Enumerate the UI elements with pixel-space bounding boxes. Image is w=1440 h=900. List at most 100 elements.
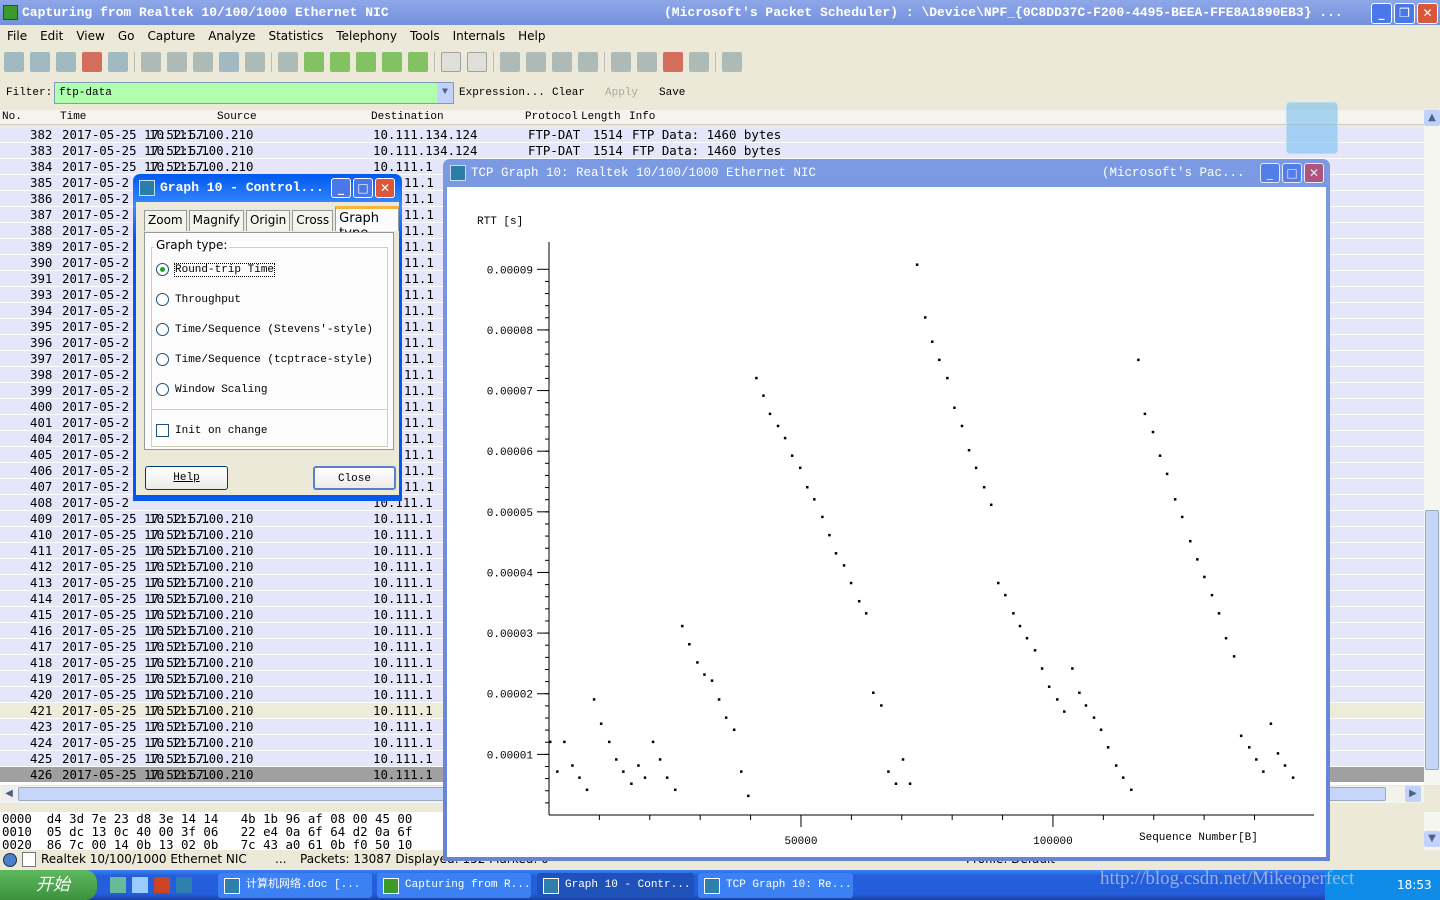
close-button[interactable]: ✕ [1304, 163, 1324, 183]
auto-scroll-icon[interactable] [467, 52, 487, 72]
vertical-scroll-thumb[interactable] [1425, 510, 1439, 770]
menu-telephony[interactable]: Telephony [329, 26, 403, 46]
minimize-button[interactable]: _ [1371, 3, 1392, 24]
interface-list-icon[interactable] [4, 52, 24, 72]
expert-info-icon[interactable] [3, 853, 17, 867]
first-packet-icon[interactable] [382, 52, 402, 72]
back-icon[interactable] [304, 52, 324, 72]
packet-row[interactable]: 382 2017-05-25 17:52:57. 10.111.100.210 10.… [0, 127, 1424, 143]
display-filters-icon[interactable] [637, 52, 657, 72]
column-header-destination[interactable]: Destination [371, 110, 444, 125]
preferences-icon[interactable] [689, 52, 709, 72]
task-graph-control[interactable]: Graph 10 - Contr... [537, 873, 694, 898]
graph-canvas[interactable]: 0.00001 0.00002 0.00003 0.00004 0.00005 0.000… [447, 187, 1326, 857]
radio-option[interactable]: Window Scaling [156, 383, 267, 396]
close-file-icon[interactable] [193, 52, 213, 72]
column-header-source[interactable]: Source [217, 110, 257, 125]
clear-button[interactable]: Clear [552, 87, 585, 99]
menu-internals[interactable]: Internals [446, 26, 512, 46]
save-filter-button[interactable]: Save [659, 87, 685, 99]
reload-icon[interactable] [219, 52, 239, 72]
column-header-info[interactable]: Info [629, 110, 655, 125]
radio-option[interactable]: Time/Sequence (Stevens'-style) [156, 323, 373, 336]
scroll-right-arrow-icon[interactable]: ▶ [1405, 786, 1421, 802]
menu-statistics[interactable]: Statistics [261, 26, 329, 46]
task-capturing[interactable]: Capturing from R... [377, 873, 531, 898]
packet-list-vertical-scrollbar[interactable]: ▲ [1424, 110, 1440, 785]
help-button[interactable]: Help [145, 466, 228, 490]
zoom-out-icon[interactable] [526, 52, 546, 72]
go-to-packet-icon[interactable] [356, 52, 376, 72]
tab-cross[interactable]: Cross [292, 210, 334, 231]
expression-button[interactable]: Expression... [459, 87, 545, 99]
packet-row[interactable]: 383 2017-05-25 17:52:57. 10.111.100.210 10.… [0, 143, 1424, 159]
tab-zoom[interactable]: Zoom [144, 210, 187, 231]
close-button[interactable]: ✕ [1417, 3, 1438, 24]
coloring-rules-icon[interactable] [663, 52, 683, 72]
print-icon[interactable] [245, 52, 265, 72]
capture-options-icon[interactable] [30, 52, 50, 72]
menu-edit[interactable]: Edit [33, 26, 69, 46]
apply-button[interactable]: Apply [605, 87, 638, 99]
column-header-length[interactable]: Length [581, 110, 621, 125]
menu-help[interactable]: Help [511, 26, 551, 46]
task-tcp-graph[interactable]: TCP Graph 10: Re... [698, 873, 853, 898]
task-word-doc[interactable]: 计算机网络.doc [... [218, 873, 372, 898]
tab-graph-type[interactable]: Graph type [335, 206, 399, 241]
tab-origin[interactable]: Origin [245, 210, 291, 231]
filter-dropdown-chevron-icon[interactable]: ▼ [437, 83, 453, 103]
start-button[interactable]: 开始 [0, 870, 97, 900]
colorize-icon[interactable] [441, 52, 461, 72]
maximize-button[interactable]: □ [353, 178, 373, 198]
radio-button[interactable] [156, 293, 169, 306]
capture-comment-icon[interactable] [22, 852, 36, 867]
scroll-down-arrow-icon[interactable]: ▼ [1424, 831, 1440, 847]
radio-option[interactable]: Time/Sequence (tcptrace-style) [156, 353, 373, 366]
quicklaunch-wireshark-icon[interactable] [176, 877, 192, 893]
last-packet-icon[interactable] [408, 52, 428, 72]
radio-button[interactable] [156, 263, 169, 276]
column-header-no[interactable]: No. [2, 110, 22, 125]
radio-option[interactable]: Round-trip Time [156, 262, 276, 277]
close-button[interactable]: ✕ [375, 178, 395, 198]
bytes-pane-scrollbar[interactable]: ▼ [1424, 812, 1440, 850]
column-header-protocol[interactable]: Protocol [525, 110, 578, 125]
open-file-icon[interactable] [141, 52, 161, 72]
menu-file[interactable]: File [0, 26, 33, 46]
menu-analyze[interactable]: Analyze [201, 26, 261, 46]
checkbox-box[interactable] [156, 424, 169, 437]
find-icon[interactable] [278, 52, 298, 72]
rtt-scatter-plot[interactable]: 0.00001 0.00002 0.00003 0.00004 0.00005 0.000… [447, 187, 1326, 857]
scroll-up-arrow-icon[interactable]: ▲ [1424, 110, 1440, 126]
quicklaunch-foxmail-icon[interactable] [154, 877, 170, 893]
quicklaunch-ie-icon[interactable] [132, 877, 148, 893]
minimize-button[interactable]: _ [331, 178, 351, 198]
radio-button[interactable] [156, 323, 169, 336]
start-capture-icon[interactable] [56, 52, 76, 72]
zoom-in-icon[interactable] [500, 52, 520, 72]
minimize-button[interactable]: _ [1260, 163, 1280, 183]
init-on-change-checkbox[interactable]: Init on change [156, 424, 267, 437]
stop-capture-icon[interactable] [82, 52, 102, 72]
close-dialog-button[interactable]: Close [313, 466, 396, 490]
column-header-time[interactable]: Time [60, 110, 86, 125]
capture-filters-icon[interactable] [611, 52, 631, 72]
menu-tools[interactable]: Tools [403, 26, 446, 46]
menu-go[interactable]: Go [111, 26, 141, 46]
tab-magnify[interactable]: Magnify [188, 210, 244, 231]
forward-icon[interactable] [330, 52, 350, 72]
menu-capture[interactable]: Capture [140, 26, 201, 46]
scroll-left-arrow-icon[interactable]: ◀ [1, 786, 17, 802]
menu-view[interactable]: View [69, 26, 110, 46]
maximize-button[interactable]: □ [1282, 163, 1302, 183]
radio-button[interactable] [156, 383, 169, 396]
save-file-icon[interactable] [167, 52, 187, 72]
normal-size-icon[interactable] [552, 52, 572, 72]
resize-columns-icon[interactable] [578, 52, 598, 72]
filter-input[interactable] [54, 82, 454, 104]
clock[interactable]: 18:53 [1397, 878, 1432, 892]
radio-option[interactable]: Throughput [156, 293, 241, 306]
restore-button[interactable]: ❐ [1394, 3, 1415, 24]
help-icon[interactable] [722, 52, 742, 72]
radio-button[interactable] [156, 353, 169, 366]
